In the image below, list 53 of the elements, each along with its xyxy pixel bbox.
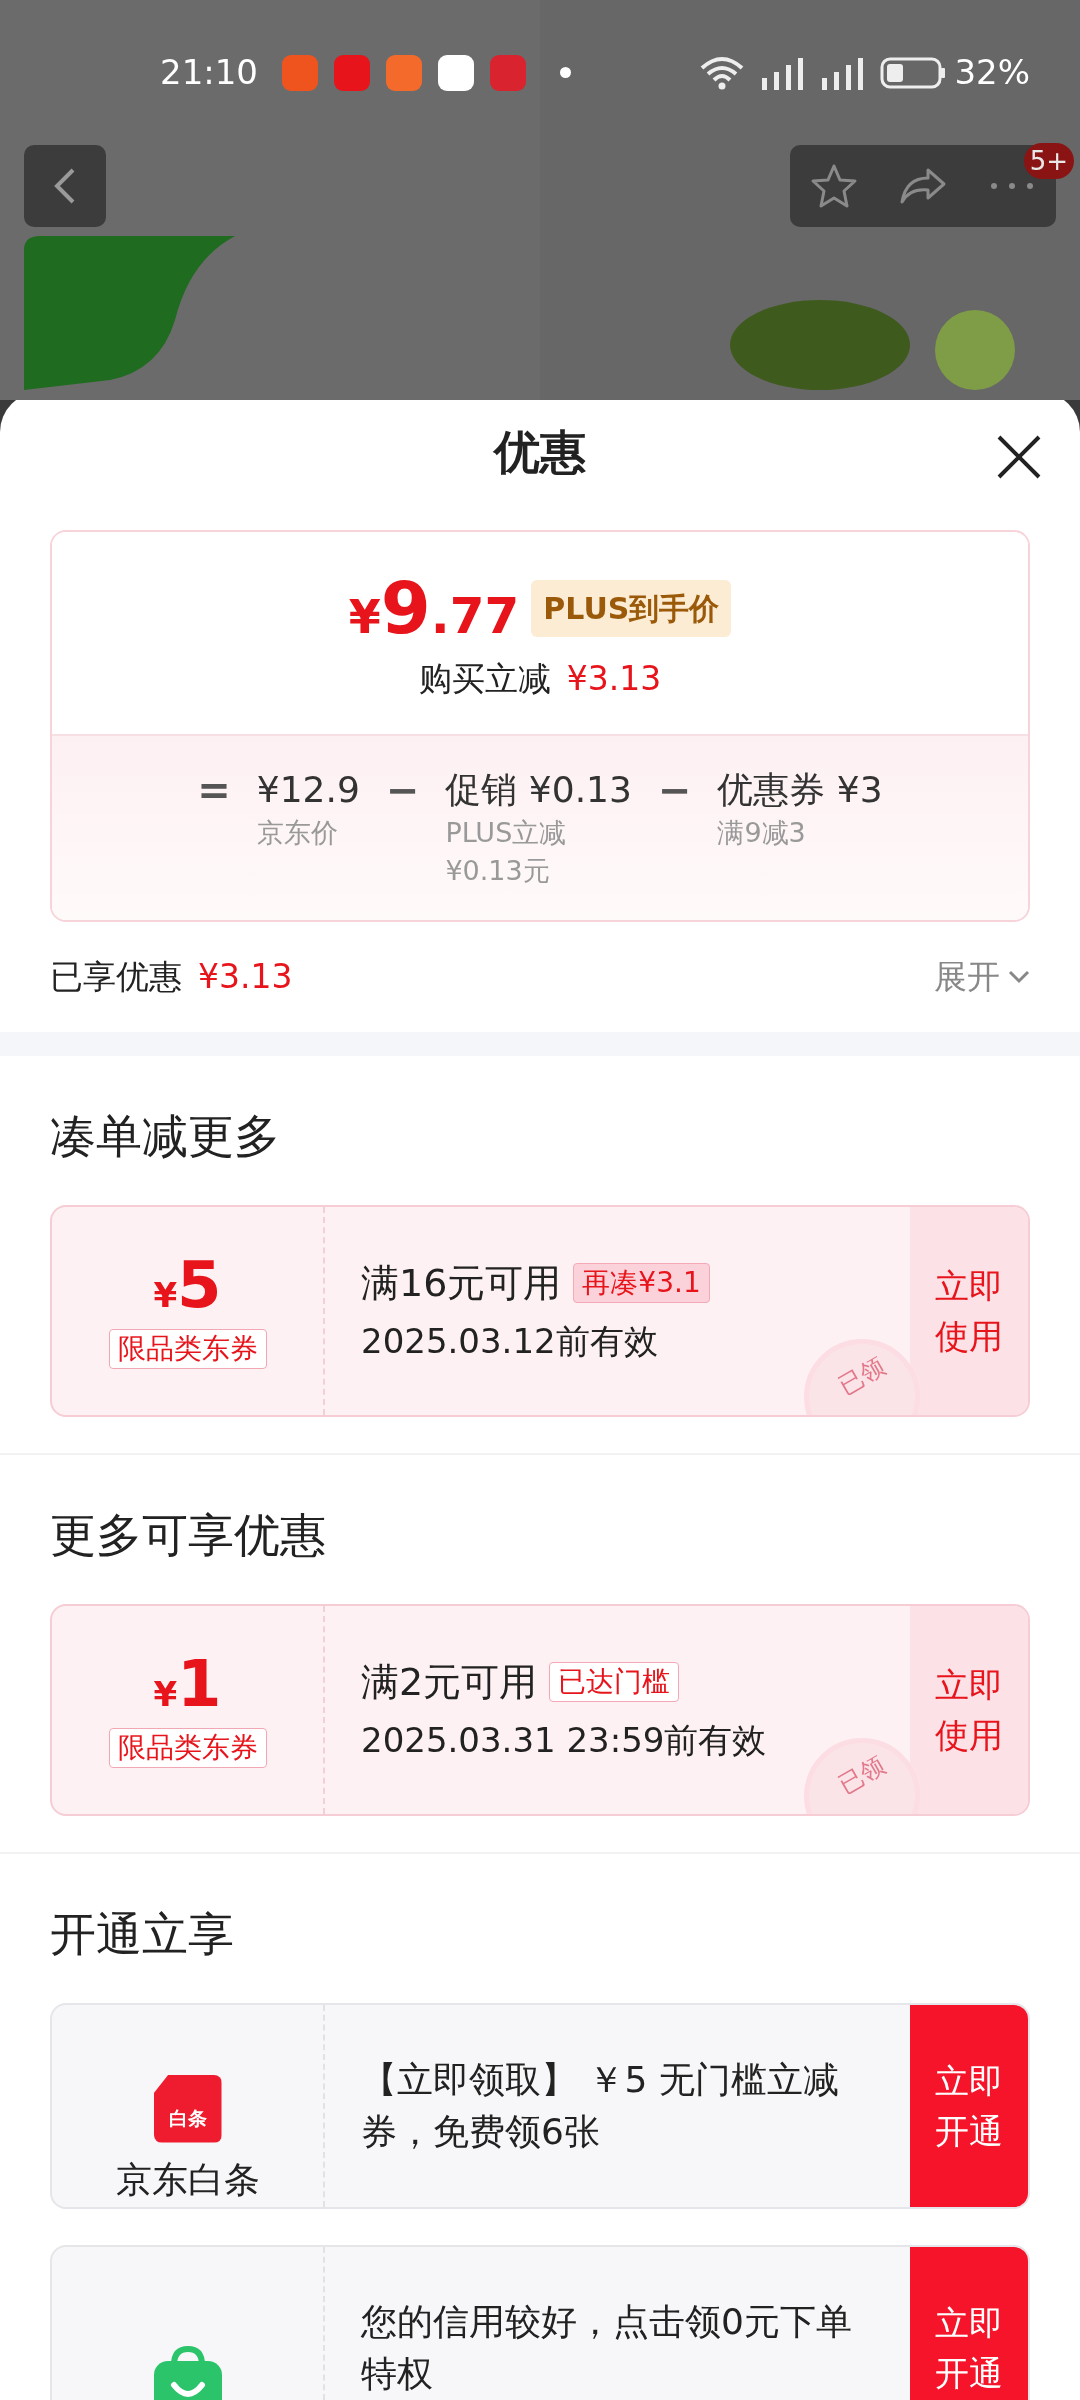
component-note: 京东价	[256, 815, 339, 850]
coupon-scope: 限品类东券	[108, 1727, 267, 1768]
component-note: 满9减3	[717, 815, 807, 850]
discount-value: ¥3.13	[566, 658, 662, 700]
coupon-amount: ¥5	[153, 1252, 222, 1317]
coupon-condition: 满2元可用	[361, 1658, 538, 1706]
price-tag: PLUS到手价	[531, 579, 732, 637]
use-now-button[interactable]: 立即使用	[910, 1605, 1028, 1814]
close-icon	[996, 434, 1042, 480]
savings-label: 已享优惠	[50, 955, 182, 998]
coupon-scope: 限品类东券	[108, 1328, 267, 1369]
credit-app-logo: 白条	[153, 2074, 222, 2143]
activate-button[interactable]: 立即开通	[910, 2246, 1028, 2400]
battery-level: 32%	[954, 51, 1030, 94]
coupon-condition: 满16元可用	[361, 1259, 562, 1307]
back-icon	[53, 166, 77, 206]
chevron-down-icon	[1008, 969, 1030, 984]
battery-icon	[880, 56, 947, 89]
claimed-stamp: 已领	[804, 1737, 920, 1814]
section-title: 更多可享优惠	[50, 1507, 326, 1562]
expand-button[interactable]: 展开	[934, 951, 1030, 1002]
operator: =	[197, 765, 231, 814]
section-title: 开通立享	[50, 1906, 234, 1961]
coupon-amount: ¥1	[153, 1651, 222, 1716]
coupon-tag: 再凑¥3.1	[573, 1263, 710, 1303]
wifi-icon	[700, 55, 745, 90]
notification-badge: 5+	[1023, 143, 1074, 179]
use-now-button[interactable]: 立即使用	[910, 1206, 1028, 1415]
back-button[interactable]	[24, 145, 106, 227]
savings-value: ¥3.13	[198, 955, 293, 998]
coupon-validity: 2025.03.12前有效	[361, 1319, 659, 1363]
price-component: 促销 ¥0.13	[445, 767, 632, 812]
component-note: PLUS立减	[445, 815, 568, 850]
coupon-tag: 已达门槛	[549, 1662, 680, 1702]
discount-label: 购买立减	[418, 658, 551, 700]
price-component: ¥12.9	[256, 767, 360, 812]
component-note: ¥0.13元	[445, 853, 551, 888]
share-icon	[898, 166, 948, 206]
claimed-stamp: 已领	[804, 1338, 920, 1415]
price-component: 优惠券 ¥3	[717, 767, 883, 812]
operator: −	[385, 765, 420, 814]
clock: 21:10	[160, 51, 258, 94]
final-price: ¥9.77	[348, 572, 520, 644]
sheet-title: 优惠	[494, 423, 586, 481]
coupon-validity: 2025.03.31 23:59前有效	[361, 1718, 768, 1762]
service-description: 您的信用较好，点击领0元下单特权	[361, 2299, 853, 2396]
service-name: 京东白条	[115, 2157, 260, 2202]
section-title: 凑单减更多	[50, 1108, 280, 1163]
activate-button[interactable]: 立即开通	[910, 2004, 1028, 2207]
service-description: 【立即领取】 ￥5 无门槛立减券，免费领6张	[361, 2057, 840, 2154]
operator: −	[657, 765, 692, 814]
star-icon	[810, 163, 858, 209]
more-icon	[990, 182, 1034, 190]
